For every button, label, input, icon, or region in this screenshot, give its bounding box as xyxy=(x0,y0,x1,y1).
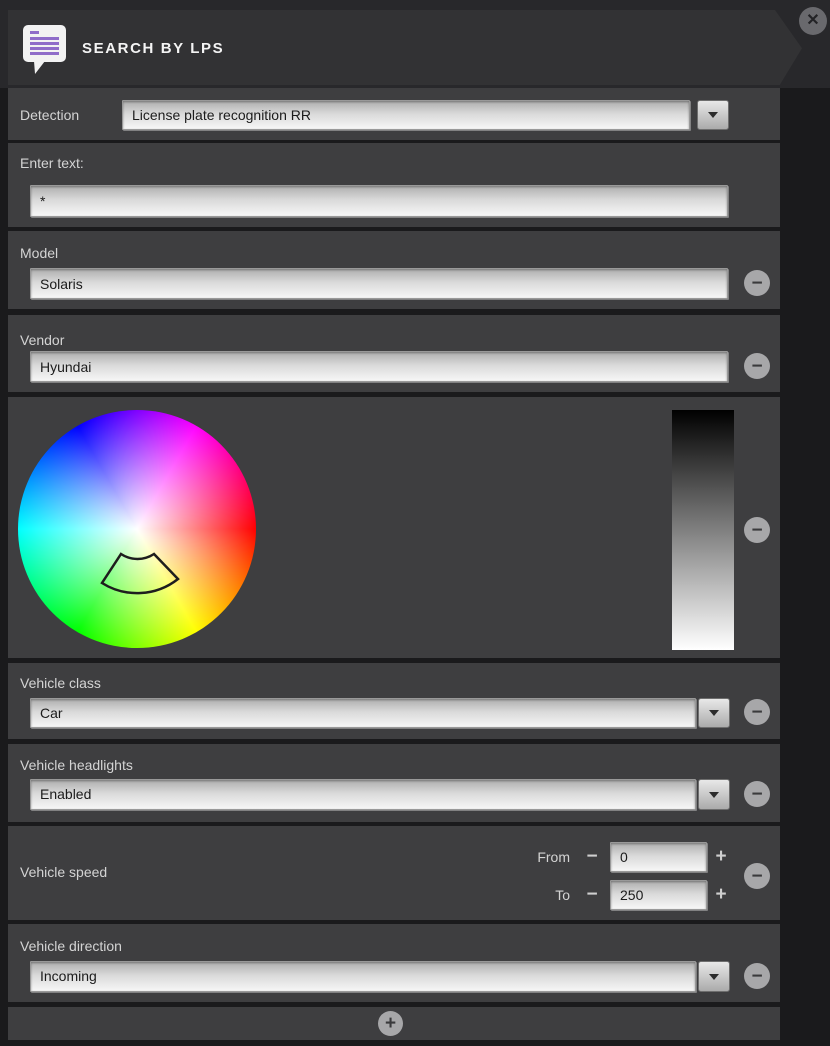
speed-from-increment-button[interactable]: + xyxy=(709,842,733,872)
speed-from-label: From xyxy=(537,849,570,865)
remove-model-button[interactable]: − xyxy=(744,270,770,296)
chevron-down-icon xyxy=(709,791,719,798)
search-by-lps-panel: SEARCH BY LPS ✕ Detection License plate … xyxy=(0,0,830,1046)
vendor-input[interactable] xyxy=(30,351,728,382)
enter-text-section: Enter text: xyxy=(8,143,780,227)
detection-dropdown-button[interactable] xyxy=(697,100,729,130)
vehicle-direction-section: Vehicle direction Incoming − xyxy=(8,924,780,1002)
speed-to-decrement-button[interactable]: − xyxy=(580,880,604,910)
speed-from-decrement-button[interactable]: − xyxy=(580,842,604,872)
vehicle-headlights-label: Vehicle headlights xyxy=(20,757,133,773)
vendor-section: Vendor − xyxy=(8,315,780,392)
model-label: Model xyxy=(20,245,59,261)
chevron-down-icon xyxy=(708,112,718,118)
remove-vehicle-headlights-button[interactable]: − xyxy=(744,781,770,807)
panel-header: SEARCH BY LPS xyxy=(8,10,802,85)
vehicle-direction-dropdown-button[interactable] xyxy=(698,961,730,992)
vehicle-headlights-combobox[interactable]: Enabled xyxy=(30,779,696,810)
remove-vehicle-speed-button[interactable]: − xyxy=(744,863,770,889)
color-filter-section: − xyxy=(8,397,780,658)
add-criterion-bar: + xyxy=(8,1007,780,1040)
speech-bubble-list-icon xyxy=(23,25,66,74)
vehicle-direction-combobox[interactable]: Incoming xyxy=(30,961,696,992)
detection-label: Detection xyxy=(20,107,80,123)
speed-from-input[interactable] xyxy=(610,842,707,872)
remove-vehicle-direction-button[interactable]: − xyxy=(744,963,770,989)
remove-vendor-button[interactable]: − xyxy=(744,353,770,379)
vehicle-class-label: Vehicle class xyxy=(20,675,101,691)
vehicle-headlights-dropdown-button[interactable] xyxy=(698,779,730,810)
speed-to-input[interactable] xyxy=(610,880,707,910)
speed-to-increment-button[interactable]: + xyxy=(709,880,733,910)
detection-section: Detection License plate recognition RR xyxy=(8,88,780,140)
remove-vehicle-class-button[interactable]: − xyxy=(744,699,770,725)
model-section: Model − xyxy=(8,231,780,309)
enter-text-input[interactable] xyxy=(30,185,728,217)
vehicle-class-combobox[interactable]: Car xyxy=(30,698,696,728)
vehicle-direction-label: Vehicle direction xyxy=(20,938,122,954)
enter-text-label: Enter text: xyxy=(20,155,84,171)
vehicle-headlights-section: Vehicle headlights Enabled − xyxy=(8,744,780,822)
vehicle-class-section: Vehicle class Car − xyxy=(8,663,780,739)
vehicle-class-dropdown-button[interactable] xyxy=(698,698,730,728)
remove-color-button[interactable]: − xyxy=(744,517,770,543)
speed-to-label: To xyxy=(555,887,570,903)
detection-combobox[interactable]: License plate recognition RR xyxy=(122,100,690,130)
close-icon[interactable]: ✕ xyxy=(799,7,827,35)
vehicle-speed-label: Vehicle speed xyxy=(20,864,108,880)
color-selection-marker[interactable] xyxy=(18,410,256,648)
vehicle-speed-section: Vehicle speed From − + To − + − xyxy=(8,826,780,920)
model-input[interactable] xyxy=(30,268,728,299)
chevron-down-icon xyxy=(709,710,719,716)
panel-title: SEARCH BY LPS xyxy=(82,40,225,57)
chevron-down-icon xyxy=(709,973,719,980)
add-criterion-button[interactable]: + xyxy=(378,1011,403,1036)
vendor-label: Vendor xyxy=(20,332,65,348)
brightness-value-bar[interactable] xyxy=(672,410,734,650)
